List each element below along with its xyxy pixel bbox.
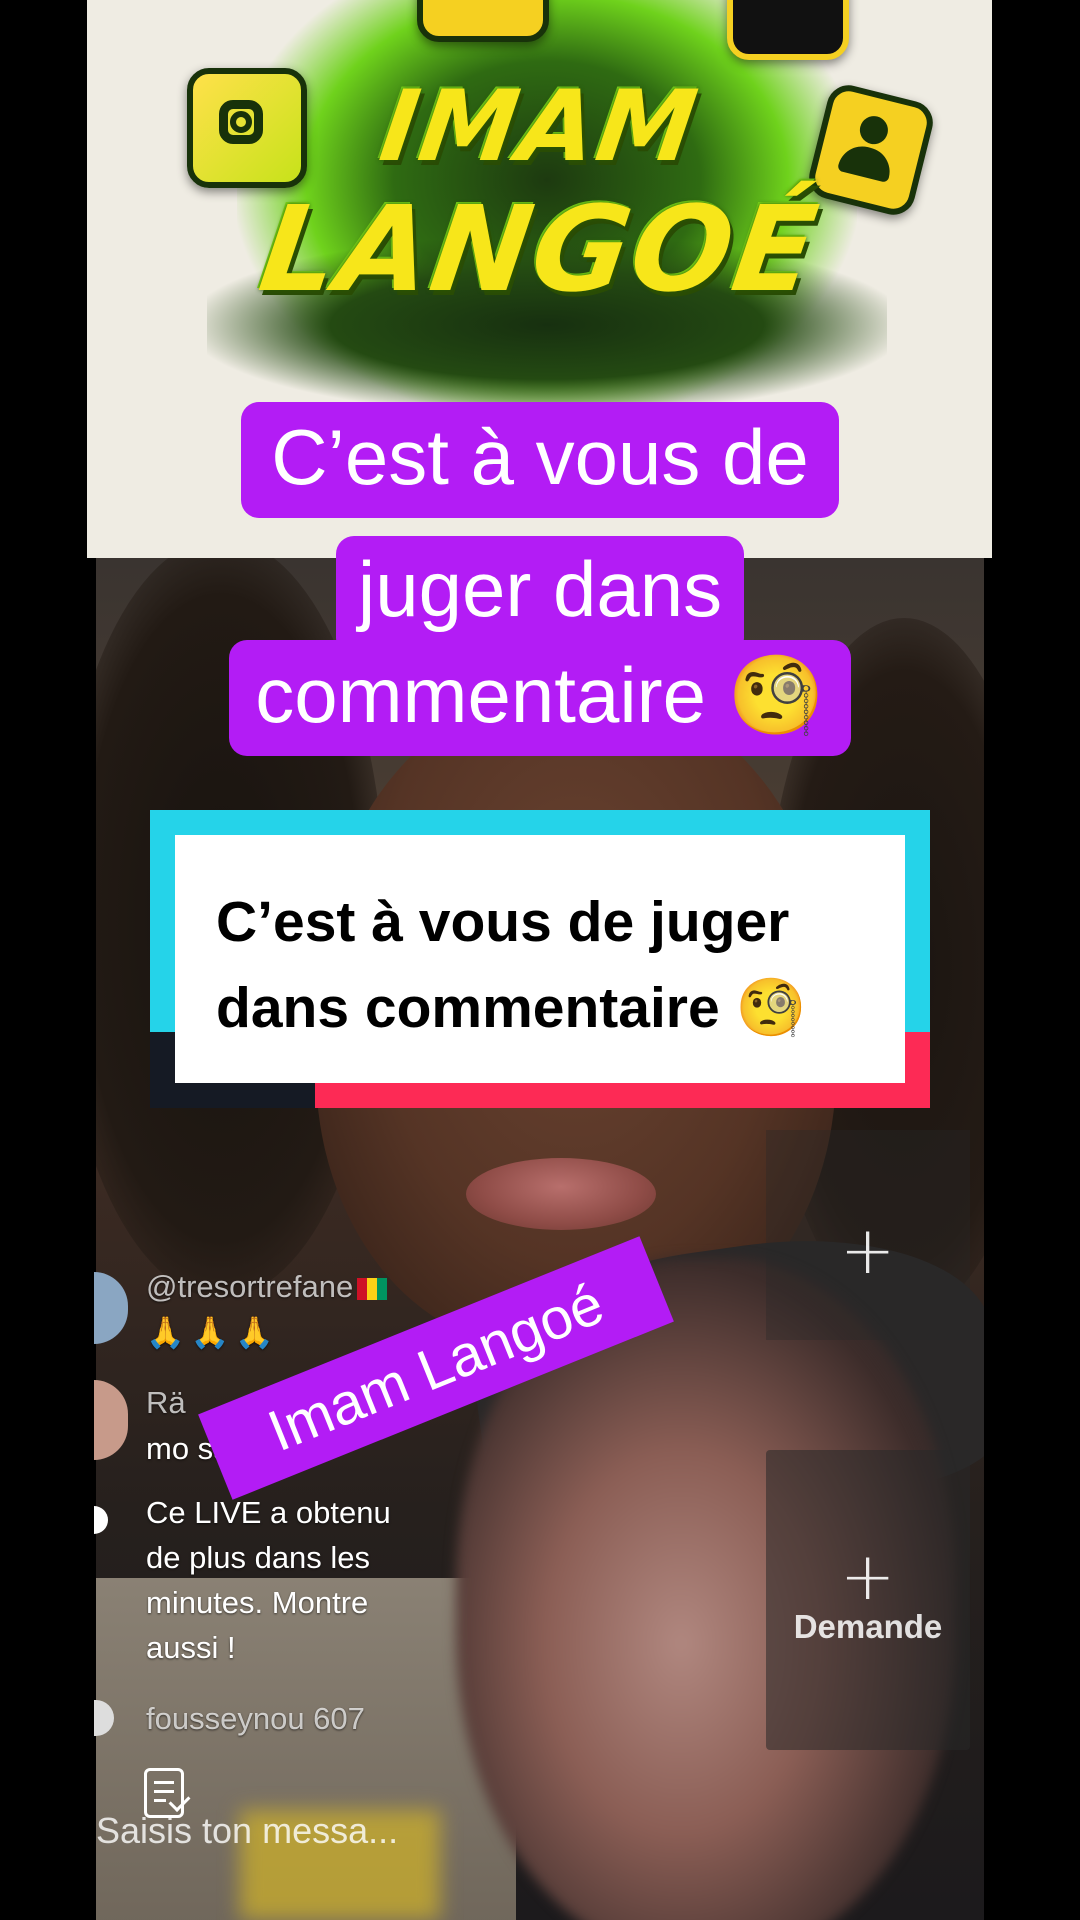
logo-text-line2: LANGOÉ <box>252 180 827 318</box>
caption-line-3: commentaire 🧐 <box>0 640 1080 756</box>
caption-line-1: C’est à vous de <box>0 402 1080 518</box>
system-message-line-1: Ce LIVE a obtenu <box>146 1495 391 1530</box>
message-input[interactable]: Saisis ton messa... <box>96 1800 436 1862</box>
tiktok-box-line-2: dans commentaire 🧐 <box>216 976 807 1040</box>
caption-line-2: juger dans <box>0 536 1080 656</box>
plus-icon-upper[interactable]: + <box>840 1218 895 1284</box>
tiktok-box-line-1: C’est à vous de juger <box>216 890 790 954</box>
chat-username-1[interactable]: @tresortrefane <box>146 1264 466 1309</box>
chat-username-4[interactable]: fousseynou 607 <box>146 1696 426 1741</box>
guinea-flag-icon <box>357 1277 388 1300</box>
app-tile-top-icon <box>417 0 549 42</box>
tiktok-app-icon <box>727 0 849 60</box>
system-message-line-4: aussi ! <box>146 1630 236 1665</box>
tiktok-box-inner: C’est à vous de juger dans commentaire 🧐 <box>175 835 905 1083</box>
system-message-line-2: de plus dans les <box>146 1540 371 1575</box>
logo-text-line1: IMAM <box>373 70 706 184</box>
request-button-label[interactable]: Demande <box>766 1608 970 1646</box>
tiktok-caption-box: C’est à vous de juger dans commentaire 🧐 <box>150 810 930 1108</box>
video-lips <box>466 1158 656 1230</box>
plus-icon[interactable]: + <box>840 1544 895 1610</box>
system-message-line-3: minutes. Montre <box>146 1585 369 1620</box>
